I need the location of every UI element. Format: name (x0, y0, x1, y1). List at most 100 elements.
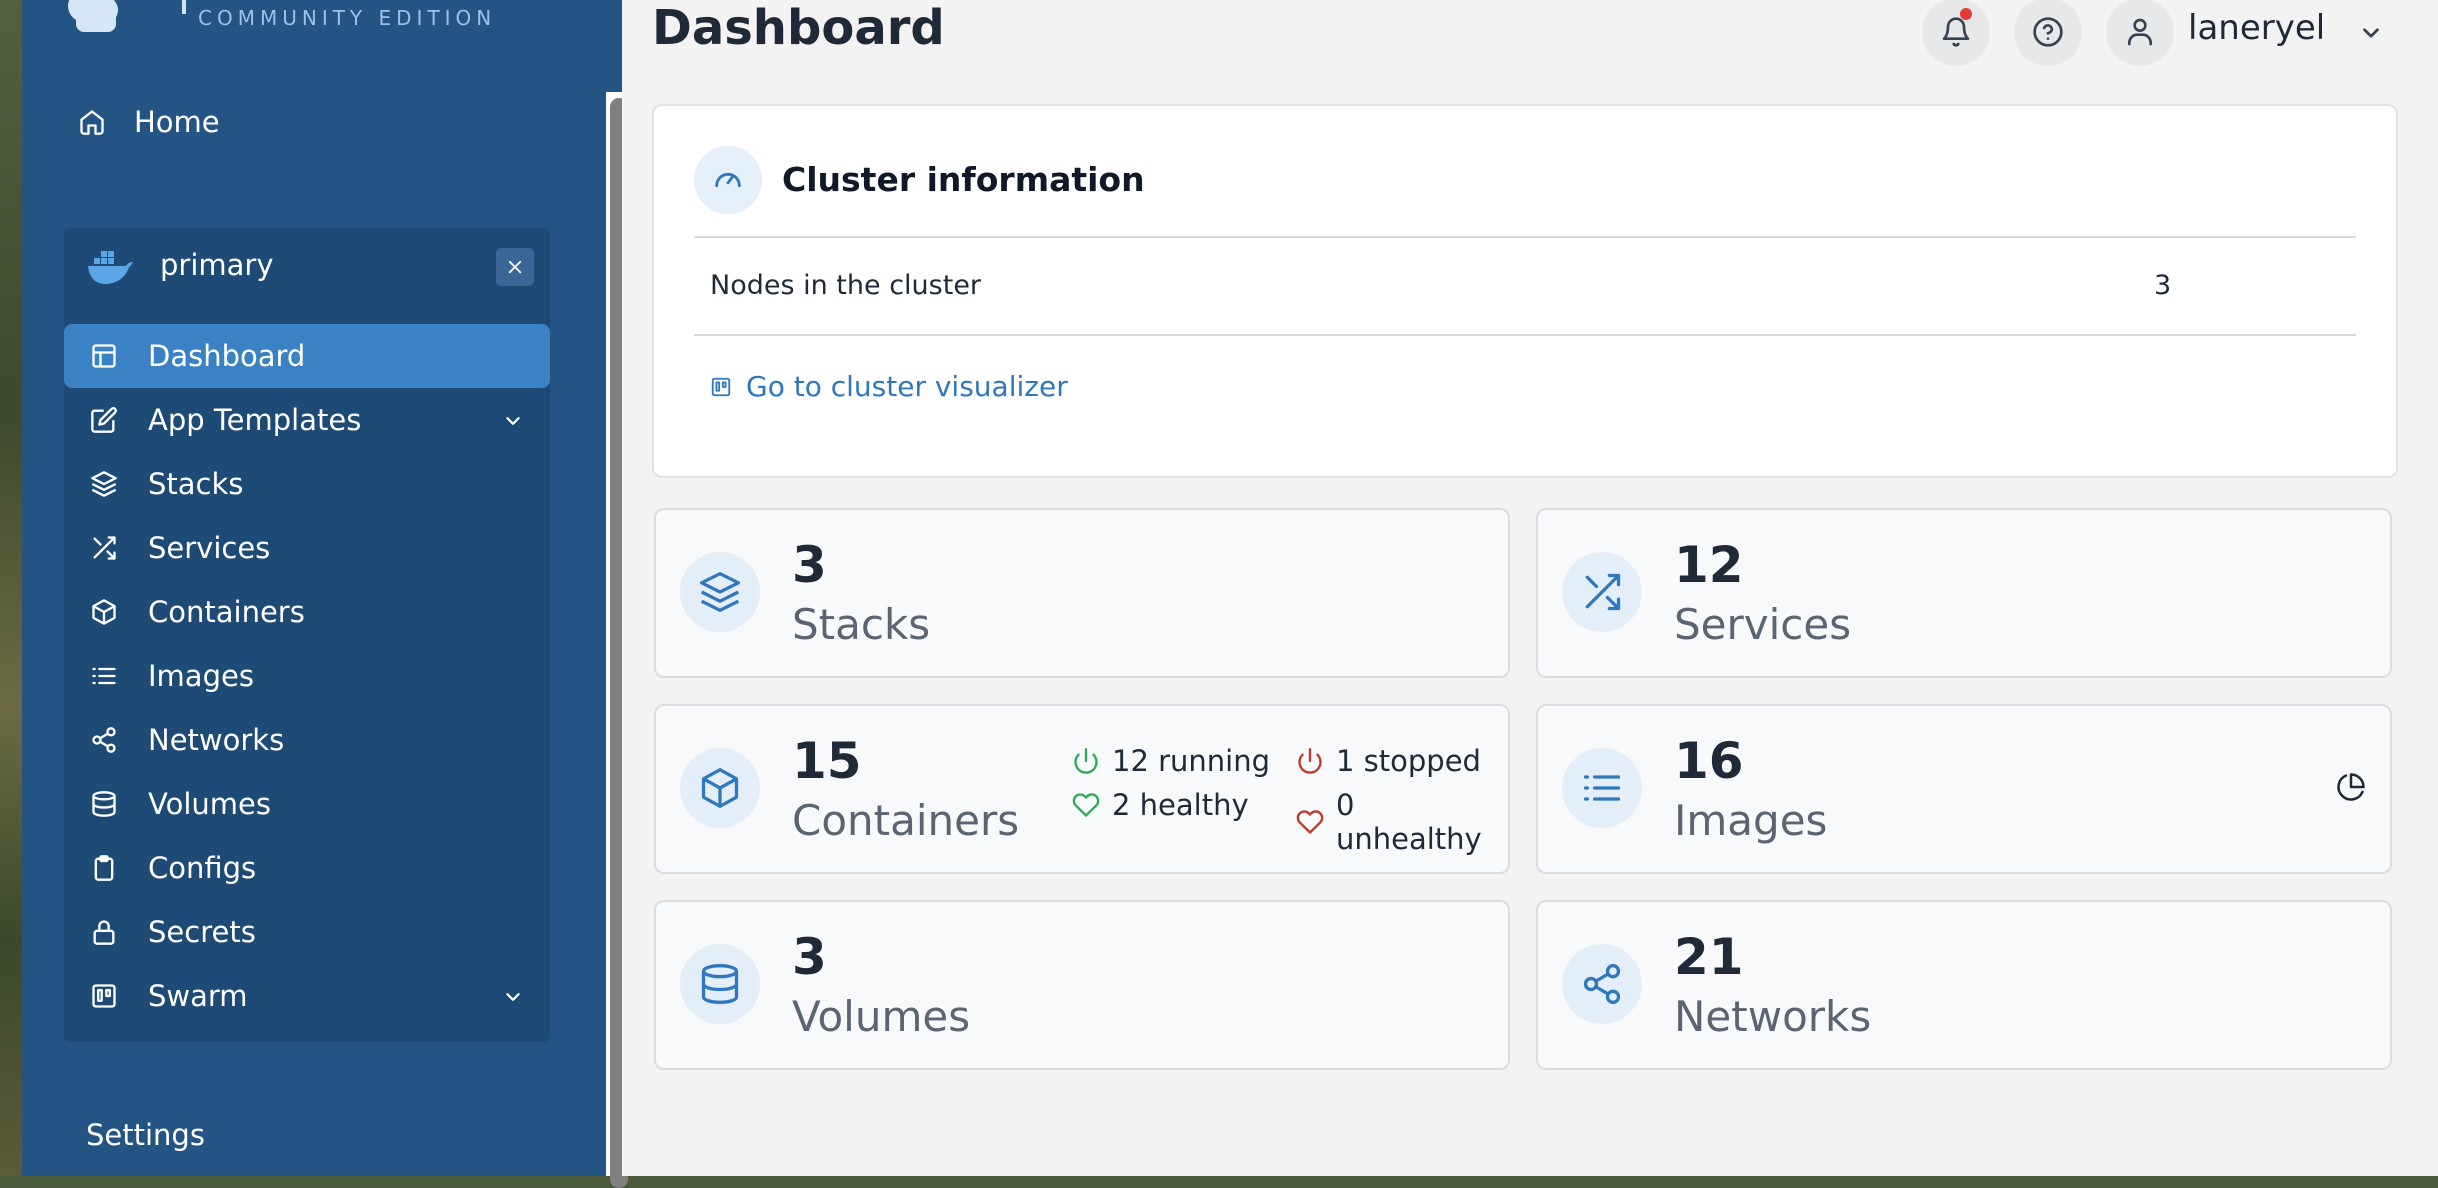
sidebar-item-secrets[interactable]: Secrets (64, 900, 550, 964)
sidebar-item-configs[interactable]: Configs (64, 836, 550, 900)
sidebar-item-label: Images (148, 659, 254, 693)
home-icon (78, 108, 106, 136)
stat-label: Services (1674, 600, 1852, 649)
chevron-down-icon[interactable] (502, 986, 524, 1008)
power-icon (1296, 747, 1324, 775)
sidebar-item-dashboard[interactable]: Dashboard (64, 324, 550, 388)
unhealthy-label: 0 unhealthy (1336, 788, 1482, 856)
stat-label: Stacks (792, 600, 931, 649)
lock-icon (90, 918, 118, 946)
stat-value: 12 (1674, 536, 1744, 594)
sidebar-item-stacks[interactable]: Stacks (64, 452, 550, 516)
nodes-label: Nodes in the cluster (710, 270, 982, 301)
sidebar-item-swarm[interactable]: Swarm (64, 964, 550, 1028)
chevron-down-icon[interactable] (2358, 20, 2384, 46)
chevron-down-icon[interactable] (502, 410, 524, 432)
stat-label: Images (1674, 796, 1828, 845)
stat-value: 21 (1674, 928, 1744, 986)
sidebar-item-label: Home (134, 105, 220, 139)
sidebar-item-label: Services (148, 531, 271, 565)
sidebar-item-label: Secrets (148, 915, 256, 949)
sidebar-item-label: Stacks (148, 467, 244, 501)
sidebar-item-label: Containers (148, 595, 305, 629)
networks-stat-card[interactable]: 21 Networks (1536, 900, 2392, 1070)
user-menu-name[interactable]: laneryel (2188, 8, 2325, 48)
services-stat-card[interactable]: 12 Services (1536, 508, 2392, 678)
unhealthy-count: 0 unhealthy (1296, 788, 1508, 856)
sidebar-item-containers[interactable]: Containers (64, 580, 550, 644)
sidebar-item-label: Volumes (148, 787, 271, 821)
layers-icon (680, 552, 760, 632)
volumes-stat-card[interactable]: 3 Volumes (654, 900, 1510, 1070)
page-title: Dashboard (652, 0, 945, 56)
stat-label: Containers (792, 796, 1020, 845)
user-avatar-button[interactable] (2106, 0, 2174, 66)
stopped-label: 1 stopped (1336, 744, 1481, 778)
containers-stat-card[interactable]: 15 Containers 12 running 1 stopped 2 hea… (654, 704, 1510, 874)
trello-icon (90, 982, 118, 1010)
heart-icon (1072, 791, 1100, 819)
sidebar: COMMUNITY EDITION Home primary Dashboard… (22, 0, 634, 1188)
sidebar-item-networks[interactable]: Networks (64, 708, 550, 772)
link-label: Go to cluster visualizer (746, 370, 1068, 403)
edit-icon (90, 406, 118, 434)
help-button[interactable] (2014, 0, 2082, 66)
sidebar-item-images[interactable]: Images (64, 644, 550, 708)
shuffle-icon (90, 534, 118, 562)
running-label: 12 running (1112, 744, 1271, 778)
divider (694, 236, 2356, 238)
stat-value: 3 (792, 928, 827, 986)
docker-icon (86, 248, 134, 288)
main-content: Dashboard laneryel Cluster information N… (622, 0, 2438, 1176)
sidebar-item-volumes[interactable]: Volumes (64, 772, 550, 836)
database-icon (680, 944, 760, 1024)
trello-icon (710, 376, 732, 398)
brand-divider (182, 0, 186, 14)
stat-label: Networks (1674, 992, 1872, 1041)
nodes-value: 3 (2154, 270, 2172, 301)
cluster-visualizer-link[interactable]: Go to cluster visualizer (710, 370, 1068, 403)
running-count: 12 running (1072, 744, 1270, 778)
stat-value: 16 (1674, 732, 1744, 790)
sidebar-item-label: Swarm (148, 979, 248, 1013)
power-icon (1072, 747, 1100, 775)
heart-icon (1296, 808, 1324, 836)
healthy-label: 2 healthy (1112, 788, 1249, 822)
close-environment-button[interactable] (496, 248, 534, 286)
layout-icon (90, 342, 118, 370)
box-icon (680, 748, 760, 828)
brand-edition: COMMUNITY EDITION (198, 6, 497, 30)
sidebar-item-home[interactable]: Home (78, 96, 558, 148)
notification-dot (1960, 8, 1972, 20)
database-icon (90, 790, 118, 818)
environment-menu: Dashboard App Templates Stacks Services … (64, 324, 550, 1028)
box-icon (90, 598, 118, 626)
gauge-icon (694, 146, 762, 214)
divider (694, 334, 2356, 336)
list-icon (1562, 748, 1642, 828)
clipboard-icon (90, 854, 118, 882)
layers-icon (90, 470, 118, 498)
portainer-logo-icon (62, 0, 134, 34)
list-icon (90, 662, 118, 690)
stopped-count: 1 stopped (1296, 744, 1481, 778)
sidebar-item-label: Networks (148, 723, 285, 757)
notifications-button[interactable] (1922, 0, 1990, 66)
card-title: Cluster information (782, 160, 1145, 199)
stacks-stat-card[interactable]: 3 Stacks (654, 508, 1510, 678)
sidebar-item-app-templates[interactable]: App Templates (64, 388, 550, 452)
sidebar-item-services[interactable]: Services (64, 516, 550, 580)
sidebar-item-label: Configs (148, 851, 257, 885)
sidebar-item-label: Dashboard (148, 339, 306, 373)
share-icon (1562, 944, 1642, 1024)
user-icon (2124, 16, 2156, 48)
images-stat-card[interactable]: 16 Images (1536, 704, 2392, 874)
bell-icon (1940, 16, 1972, 48)
stat-label: Volumes (792, 992, 971, 1041)
help-circle-icon (2032, 16, 2064, 48)
pie-chart-icon[interactable] (2336, 772, 2366, 802)
environment-header: primary (64, 228, 550, 310)
shuffle-icon (1562, 552, 1642, 632)
sidebar-item-label: App Templates (148, 403, 362, 437)
stat-value: 15 (792, 732, 862, 790)
